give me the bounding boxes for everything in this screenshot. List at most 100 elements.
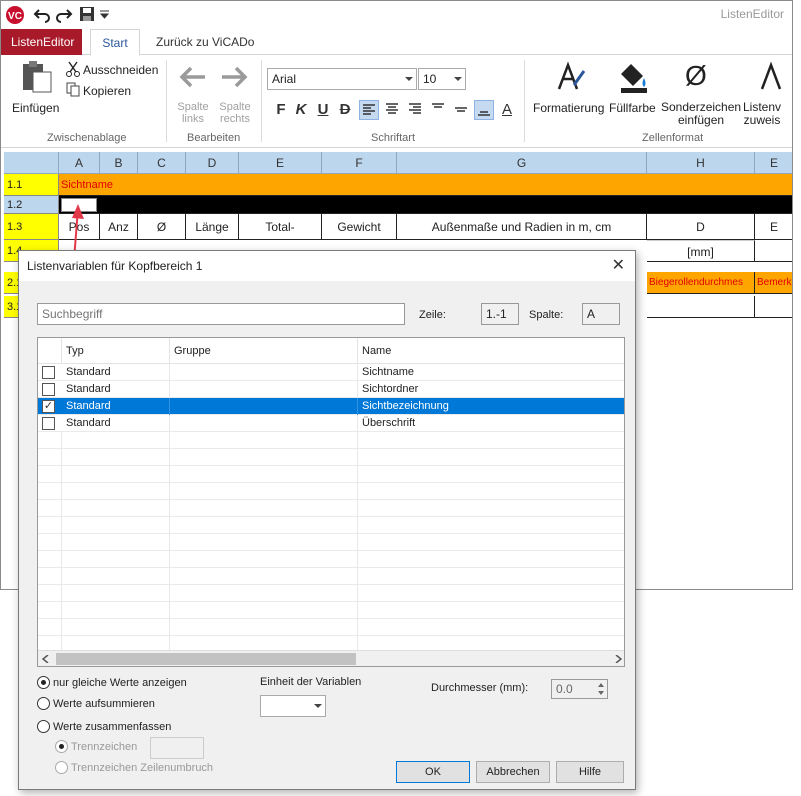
- help-button[interactable]: Hilfe: [556, 761, 624, 783]
- assign-listvar-button[interactable]: Listenv zuweis: [743, 101, 781, 127]
- special-char-glyph[interactable]: Ø: [685, 60, 707, 92]
- save-icon[interactable]: [79, 6, 95, 22]
- header-cell-weight[interactable]: Gewicht: [322, 214, 397, 240]
- list-header-name[interactable]: Name: [358, 338, 624, 364]
- corner-cell[interactable]: [4, 152, 59, 174]
- col-left-button[interactable]: Spalte links: [175, 101, 211, 125]
- checkbox[interactable]: ✓: [42, 400, 55, 413]
- cell-unit-mm[interactable]: [mm]: [647, 240, 755, 262]
- cell-empty[interactable]: [647, 296, 755, 318]
- col-header-h[interactable]: H: [647, 152, 755, 174]
- italic-button[interactable]: K: [291, 100, 311, 120]
- font-name-combo[interactable]: Arial: [267, 68, 417, 90]
- col-header-g[interactable]: G: [397, 152, 647, 174]
- cell-empty[interactable]: [755, 240, 792, 262]
- align-center-button[interactable]: [382, 100, 402, 120]
- header-cell-d[interactable]: D: [647, 214, 755, 240]
- radio-merge-values[interactable]: Werte zusammenfassen: [37, 720, 171, 734]
- col-header-c[interactable]: C: [138, 152, 186, 174]
- align-right-button[interactable]: [405, 100, 425, 120]
- ok-button[interactable]: OK: [396, 761, 470, 783]
- header-cell-dimensions[interactable]: Außenmaße und Radien in m, cm: [397, 214, 647, 240]
- header-cell-e[interactable]: E: [755, 214, 792, 240]
- search-input[interactable]: [37, 303, 405, 325]
- spinner-arrows-icon[interactable]: [597, 682, 605, 696]
- list-header-group[interactable]: Gruppe: [170, 338, 358, 364]
- radio-sum-values[interactable]: Werte aufsummieren: [37, 697, 155, 711]
- copy-icon[interactable]: [66, 82, 80, 97]
- radio-separator[interactable]: Trennzeichen: [55, 740, 137, 754]
- formatting-icon[interactable]: [556, 61, 586, 93]
- radio-same-values[interactable]: nur gleiche Werte anzeigen: [37, 676, 187, 690]
- empty-list-cell: [170, 483, 358, 500]
- unit-combo[interactable]: [260, 695, 326, 717]
- row-header[interactable]: 1.1: [4, 174, 59, 196]
- list-item[interactable]: ✓ Standard Sichtbezeichnung: [38, 398, 624, 415]
- list-item[interactable]: Standard Überschrift: [38, 415, 624, 432]
- row-header[interactable]: 1.3: [4, 214, 59, 240]
- col-header-a[interactable]: A: [59, 152, 100, 174]
- tab-back-to-vicado[interactable]: Zurück zu ViCADo: [146, 29, 264, 55]
- cancel-button[interactable]: Abbrechen: [476, 761, 550, 783]
- diameter-spinner[interactable]: 0.0: [551, 679, 608, 699]
- cut-button[interactable]: Ausschneiden: [83, 63, 158, 77]
- list-header-type[interactable]: Typ: [62, 338, 170, 364]
- bold-button[interactable]: F: [271, 100, 291, 120]
- list-item[interactable]: Standard Sichtordner: [38, 381, 624, 398]
- paste-button[interactable]: Einfügen: [12, 101, 59, 115]
- cell-selected-input[interactable]: [61, 198, 97, 212]
- header-cell-anz[interactable]: Anz: [100, 214, 138, 240]
- scrollbar-thumb[interactable]: [56, 653, 356, 665]
- col-header-d[interactable]: D: [186, 152, 239, 174]
- align-left-button[interactable]: [359, 100, 379, 120]
- header-cell-total[interactable]: Total-: [239, 214, 322, 240]
- strikethrough-button[interactable]: D: [335, 100, 355, 120]
- col-header-e[interactable]: E: [239, 152, 322, 174]
- arrow-right-icon[interactable]: [220, 66, 248, 88]
- horizontal-scrollbar[interactable]: [38, 650, 624, 666]
- tab-start[interactable]: Start: [90, 29, 140, 56]
- col-right-button[interactable]: Spalte rechts: [216, 101, 254, 125]
- header-cell-length[interactable]: Länge: [186, 214, 239, 240]
- header-cell-diameter[interactable]: Ø: [138, 214, 186, 240]
- valign-top-button[interactable]: [428, 100, 448, 120]
- scroll-left-icon[interactable]: [42, 655, 50, 663]
- col-header-i[interactable]: E: [755, 152, 792, 174]
- list-item[interactable]: Standard Sichtname: [38, 364, 624, 381]
- cell-empty[interactable]: [755, 296, 792, 318]
- radio-separator-linebreak[interactable]: Trennzeichen Zeilenumbruch: [55, 761, 213, 775]
- fill-color-icon[interactable]: [617, 60, 651, 94]
- formatting-button[interactable]: Formatierung: [533, 101, 604, 115]
- checkbox[interactable]: [42, 383, 55, 396]
- checkbox[interactable]: [42, 417, 55, 430]
- arrow-left-icon[interactable]: [179, 66, 207, 88]
- paste-icon[interactable]: [19, 60, 53, 94]
- assign-listvar-icon[interactable]: [759, 61, 789, 93]
- redo-icon[interactable]: [55, 6, 73, 24]
- cell-sichtname[interactable]: Sichtname: [59, 174, 792, 196]
- header-cell-pos[interactable]: Pos: [59, 214, 100, 240]
- row-header[interactable]: 1.2: [4, 196, 59, 214]
- copy-button[interactable]: Kopieren: [83, 84, 131, 98]
- underline-button[interactable]: U: [313, 100, 333, 120]
- customize-dropdown-icon[interactable]: [100, 10, 109, 19]
- font-color-button[interactable]: A: [497, 100, 517, 120]
- cell-bending-diameter[interactable]: Biegerollendurchmes: [647, 272, 755, 294]
- cut-icon[interactable]: [66, 61, 80, 77]
- fill-color-button[interactable]: Füllfarbe: [609, 101, 656, 115]
- variables-list[interactable]: Typ Gruppe Name Standard Sichtname Stand…: [37, 337, 625, 667]
- col-header-f[interactable]: F: [322, 152, 397, 174]
- font-size-combo[interactable]: 10: [418, 68, 466, 90]
- cell-remark[interactable]: Bemerk: [755, 272, 792, 294]
- separator-input[interactable]: [150, 737, 204, 759]
- col-header-b[interactable]: B: [100, 152, 138, 174]
- cell-black-row[interactable]: [59, 196, 792, 214]
- valign-middle-button[interactable]: [451, 100, 471, 120]
- undo-icon[interactable]: [33, 6, 51, 24]
- tab-listeneditor[interactable]: ListenEditor: [1, 29, 82, 55]
- checkbox[interactable]: [42, 366, 55, 379]
- valign-bottom-button[interactable]: [474, 100, 494, 120]
- close-icon[interactable]: ✕: [612, 255, 625, 275]
- scroll-right-icon[interactable]: [614, 655, 622, 663]
- special-char-button[interactable]: Sonderzeichen einfügen: [661, 101, 741, 127]
